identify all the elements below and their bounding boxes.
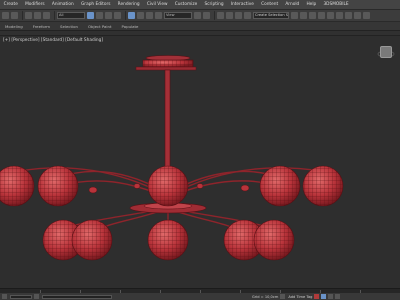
rect-selection-icon[interactable] bbox=[105, 12, 112, 19]
menu-3dsmobile[interactable]: 3DSMOBILE bbox=[320, 2, 352, 7]
globe bbox=[259, 165, 301, 207]
lower-globes bbox=[42, 219, 295, 261]
menu-modifiers[interactable]: Modifiers bbox=[21, 2, 48, 7]
redo-icon[interactable] bbox=[11, 12, 18, 19]
tab-populate[interactable]: Populate bbox=[117, 24, 144, 29]
select-object-icon[interactable] bbox=[87, 12, 94, 19]
select-manipulate-icon[interactable] bbox=[203, 12, 210, 19]
selection-filter-dropdown[interactable]: All bbox=[57, 12, 85, 19]
select-by-name-icon[interactable] bbox=[96, 12, 103, 19]
add-time-tag-button[interactable]: Add Time Tag bbox=[288, 295, 312, 299]
lock-selection-icon[interactable] bbox=[34, 294, 39, 299]
app-window: Create Modifiers Animation Graph Editors… bbox=[0, 0, 400, 300]
globe bbox=[302, 165, 344, 207]
maxscript-listener-icon[interactable] bbox=[2, 294, 7, 299]
menu-interactive[interactable]: Interactive bbox=[227, 2, 257, 7]
pivot-center-icon[interactable] bbox=[194, 12, 201, 19]
undo-icon[interactable] bbox=[2, 12, 9, 19]
link-icon[interactable] bbox=[25, 12, 32, 19]
next-frame-icon[interactable] bbox=[335, 294, 341, 299]
render-icon[interactable] bbox=[363, 12, 370, 19]
material-editor-icon[interactable] bbox=[336, 12, 343, 19]
globe bbox=[71, 219, 113, 261]
toolbar-separator bbox=[22, 11, 23, 20]
upper-globes bbox=[0, 165, 344, 207]
toolbar-separator bbox=[214, 11, 215, 20]
percent-snap-icon[interactable] bbox=[235, 12, 242, 19]
globe bbox=[147, 219, 189, 261]
ceiling-canopy bbox=[135, 55, 197, 71]
time-tag-icon[interactable] bbox=[280, 294, 286, 299]
align-icon[interactable] bbox=[300, 12, 307, 19]
snap-toggle-icon[interactable] bbox=[217, 12, 224, 19]
move-icon[interactable] bbox=[128, 12, 135, 19]
render-frame-icon[interactable] bbox=[354, 12, 361, 19]
tab-selection[interactable]: Selection bbox=[55, 24, 83, 29]
scale-icon[interactable] bbox=[146, 12, 153, 19]
ribbon-tabs: Modeling Freeform Selection Object Paint… bbox=[0, 22, 400, 31]
placement-icon[interactable] bbox=[155, 12, 162, 19]
menu-bar: Create Modifiers Animation Graph Editors… bbox=[0, 0, 400, 9]
play-icon[interactable] bbox=[328, 294, 334, 299]
spinner-snap-icon[interactable] bbox=[244, 12, 251, 19]
selection-set-dropdown[interactable]: Create Selection Set bbox=[253, 12, 289, 19]
tab-object-paint[interactable]: Object Paint bbox=[83, 24, 117, 29]
angle-snap-icon[interactable] bbox=[226, 12, 233, 19]
curve-editor-icon[interactable] bbox=[318, 12, 325, 19]
viewcube[interactable] bbox=[380, 46, 392, 58]
grid-size-text: Grid = 10,0cm bbox=[252, 294, 279, 299]
menu-arnold[interactable]: Arnold bbox=[282, 2, 303, 7]
status-bar: Grid = 10,0cm Add Time Tag bbox=[0, 293, 400, 300]
schematic-view-icon[interactable] bbox=[327, 12, 334, 19]
globe bbox=[0, 165, 35, 207]
menu-rendering[interactable]: Rendering bbox=[114, 2, 143, 7]
unlink-icon[interactable] bbox=[34, 12, 41, 19]
set-key-button[interactable] bbox=[321, 294, 327, 299]
status-prompt-field bbox=[10, 294, 32, 299]
coord-system-dropdown[interactable]: View bbox=[164, 12, 192, 19]
auto-key-button[interactable] bbox=[314, 294, 320, 299]
toolbar-separator bbox=[54, 11, 55, 20]
toolbar-separator bbox=[125, 11, 126, 20]
menu-animation[interactable]: Animation bbox=[48, 2, 77, 7]
menu-customize[interactable]: Customize bbox=[171, 2, 201, 7]
tab-freeform[interactable]: Freeform bbox=[28, 24, 55, 29]
window-crossing-icon[interactable] bbox=[114, 12, 121, 19]
perspective-viewport[interactable]: [+] [Perspective] [Standard] [Default Sh… bbox=[0, 36, 400, 288]
globe bbox=[147, 165, 189, 207]
menu-create[interactable]: Create bbox=[0, 2, 21, 7]
layer-explorer-icon[interactable] bbox=[309, 12, 316, 19]
bind-space-warp-icon[interactable] bbox=[43, 12, 50, 19]
menu-content[interactable]: Content bbox=[257, 2, 281, 7]
menu-help[interactable]: Help bbox=[303, 2, 320, 7]
chandelier-model[interactable] bbox=[0, 36, 400, 288]
mirror-icon[interactable] bbox=[291, 12, 298, 19]
rotate-icon[interactable] bbox=[137, 12, 144, 19]
tab-modeling[interactable]: Modeling bbox=[0, 24, 28, 29]
menu-civil-view[interactable]: Civil View bbox=[143, 2, 171, 7]
globe bbox=[37, 165, 79, 207]
main-toolbar: All View Create Selection Set bbox=[0, 9, 400, 22]
coordinate-fields[interactable] bbox=[42, 294, 112, 299]
globe bbox=[253, 219, 295, 261]
menu-graph-editors[interactable]: Graph Editors bbox=[77, 2, 114, 7]
menu-scripting[interactable]: Scripting bbox=[201, 2, 227, 7]
render-setup-icon[interactable] bbox=[345, 12, 352, 19]
